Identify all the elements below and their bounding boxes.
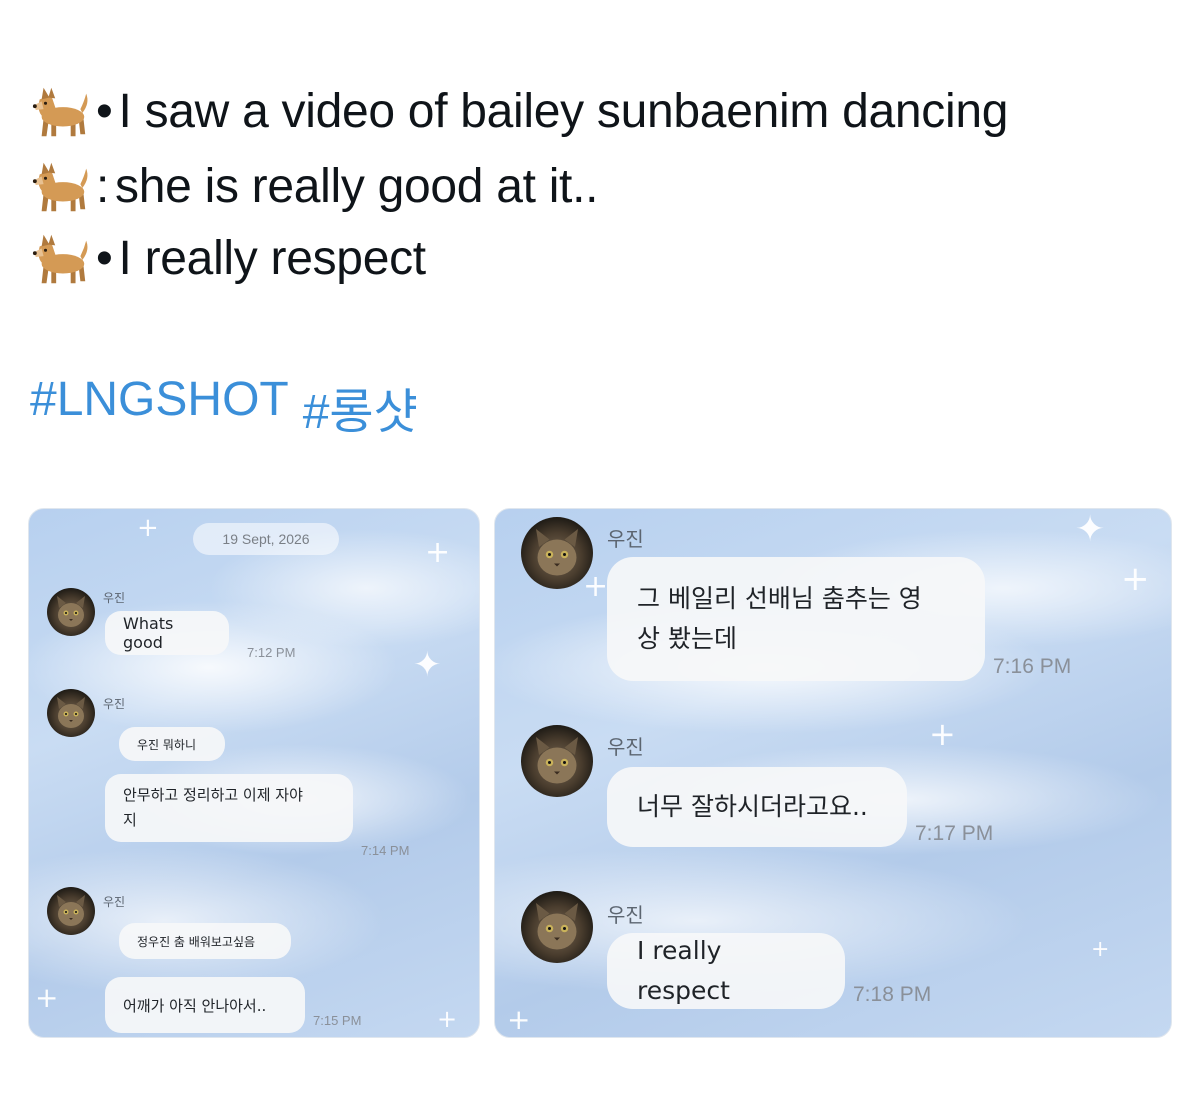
tweet-line-text: I saw a video of bailey sunbaenim dancin… (118, 84, 1009, 138)
sparkle-icon: + (929, 715, 956, 753)
message-timestamp: 7:14 PM (361, 843, 410, 858)
cat-face-icon (536, 737, 578, 784)
sparkle-icon: + (35, 981, 59, 1014)
cat-face-icon (536, 903, 578, 950)
avatar[interactable] (47, 887, 95, 935)
hashtag-link[interactable]: #LNGSHOT (30, 372, 289, 442)
message-timestamp: 7:17 PM (915, 822, 994, 845)
message-timestamp: 7:18 PM (853, 983, 932, 1006)
sender-name: 우진 (607, 735, 644, 759)
chat-screenshot-right[interactable]: ✦ + + + + + 우진 그 베일리 선배님 춤추는 영 상 봤는데 7:1… (494, 508, 1172, 1038)
tweet-line: : she is really good at it.. (30, 155, 598, 217)
avatar[interactable] (47, 588, 95, 636)
sender-name: 우진 (607, 527, 644, 551)
bullet-separator: • (96, 231, 113, 285)
colon-separator: : (96, 159, 110, 213)
sender-name: 우진 (103, 591, 126, 605)
message-bubble[interactable]: I really respect (607, 933, 845, 1009)
sender-name: 우진 (607, 903, 644, 927)
message-bubble[interactable]: Whats good (105, 611, 229, 655)
message-timestamp: 7:16 PM (993, 655, 1072, 678)
message-bubble[interactable]: 정우진 춤 배워보고싶음 (119, 923, 291, 959)
avatar[interactable] (521, 725, 593, 797)
cat-face-icon (57, 596, 85, 627)
tweet-line: • I really respect (30, 227, 426, 289)
message-timestamp: 7:15 PM (313, 1013, 362, 1028)
sender-name: 우진 (103, 895, 126, 909)
sparkle-icon: ✦ (1075, 509, 1106, 550)
hashtag-link[interactable]: #롱샷 (303, 372, 418, 442)
message-bubble[interactable]: 그 베일리 선배님 춤추는 영 상 봤는데 (607, 557, 985, 681)
message-timestamp: 7:12 PM (247, 645, 296, 660)
sparkle-icon: + (507, 1003, 531, 1036)
dog-emoji-icon (32, 87, 88, 137)
sparkle-icon: + (1091, 937, 1110, 962)
chat-screenshot-left[interactable]: + + ✦ + + 19 Sept, 2026 우진 Whats good 7:… (28, 508, 480, 1038)
tweet-line: • I saw a video of bailey sunbaenim danc… (30, 80, 1008, 142)
sparkle-icon: + (137, 513, 159, 543)
hashtag-row: #LNGSHOT #롱샷 (30, 372, 418, 442)
sparkle-icon: + (1121, 559, 1150, 599)
bullet-separator: • (96, 84, 113, 138)
sparkle-icon: + (425, 535, 451, 570)
cat-face-icon (57, 697, 85, 728)
message-bubble[interactable]: 안무하고 정리하고 이제 자야 지 (105, 774, 353, 842)
tweet-line-text: I really respect (118, 231, 427, 285)
avatar[interactable] (521, 891, 593, 963)
date-separator: 19 Sept, 2026 (193, 523, 339, 555)
dog-emoji-icon (32, 234, 88, 284)
avatar[interactable] (47, 689, 95, 737)
dog-emoji-icon (32, 162, 88, 212)
message-bubble[interactable]: 너무 잘하시더라고요.. (607, 767, 907, 847)
sparkle-icon: + (583, 569, 609, 604)
message-bubble[interactable]: 우진 뭐하니 (119, 727, 225, 761)
sender-name: 우진 (103, 697, 126, 711)
message-bubble[interactable]: 어깨가 아직 안나아서.. (105, 977, 305, 1033)
sparkle-icon: + (437, 1005, 458, 1033)
avatar[interactable] (521, 517, 593, 589)
sparkle-icon: ✦ (413, 645, 442, 685)
cat-face-icon (57, 895, 85, 926)
cat-face-icon (536, 529, 578, 576)
tweet-line-text: she is really good at it.. (115, 159, 599, 213)
